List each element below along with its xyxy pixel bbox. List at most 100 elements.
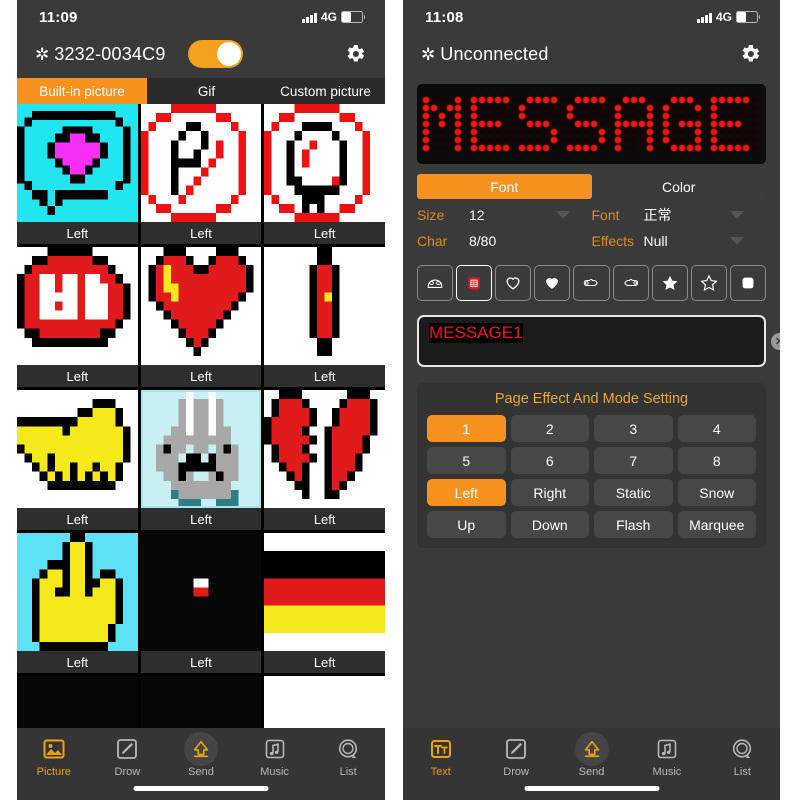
effect-button-6[interactable]: 6 [510, 447, 589, 474]
nav-label: Send [188, 766, 214, 778]
effect-button-right[interactable]: Right [510, 479, 589, 506]
gallery-thumbnail [264, 247, 385, 365]
nav-item-text[interactable]: Text [403, 736, 478, 778]
clear-circle-icon[interactable]: ✕ [771, 332, 780, 350]
left-bottom-nav[interactable]: Picture Drow Send Music List [17, 728, 385, 800]
nav-item-music[interactable]: Music [629, 736, 704, 778]
nav-item-drow[interactable]: Drow [91, 736, 165, 778]
gallery-tab-bar[interactable]: Built-in picture Gif Custom picture [17, 78, 385, 104]
effect-button-1[interactable]: 1 [427, 415, 506, 442]
gallery-item[interactable]: Left [264, 104, 385, 244]
field-value: 8/80 [469, 233, 497, 249]
field-label: Effects [591, 233, 635, 249]
gallery-thumbnail [17, 390, 138, 508]
left-phone-panel: 11:09 4G ✲ 3232-0034C9 Built-in picture … [17, 0, 385, 800]
gallery-thumbnail [140, 104, 262, 222]
effect-button-2[interactable]: 2 [510, 415, 589, 442]
effect-button-5[interactable]: 5 [427, 447, 506, 474]
upload-icon [579, 736, 605, 762]
rounded-square-icon-button[interactable] [729, 265, 766, 301]
tab-color[interactable]: Color [591, 174, 766, 199]
nav-item-send[interactable]: Send [554, 732, 629, 778]
effect-button-up[interactable]: Up [427, 511, 506, 538]
gallery-item[interactable]: Left [140, 104, 262, 244]
message-input[interactable]: MESSAGE1 [417, 315, 766, 367]
gallery-caption: Left [264, 508, 385, 530]
nav-item-list[interactable]: List [311, 736, 385, 778]
gallery-item[interactable]: Left [17, 533, 138, 673]
nav-item-send[interactable]: Send [164, 732, 238, 778]
page-effect-buttons[interactable]: 1 2 3 4 5 6 7 8 Left Right Static Snow Up Down Flash Ma… [427, 415, 756, 538]
font-color-tab-bar[interactable]: Font Color [417, 174, 766, 199]
gear-icon[interactable] [343, 42, 367, 66]
right-bottom-nav[interactable]: Text Drow Send Music List [403, 728, 780, 800]
effect-button-8[interactable]: 8 [677, 447, 756, 474]
page-effect-title: Page Effect And Mode Setting [494, 391, 689, 407]
toggle-knob [216, 42, 241, 66]
gallery-item[interactable]: Left [264, 390, 385, 530]
field-char-count: Char 8/80 [417, 229, 592, 253]
gallery-item[interactable]: Left [264, 533, 385, 673]
gallery-item[interactable]: Left [140, 533, 262, 673]
effect-button-4[interactable]: 4 [677, 415, 756, 442]
message-input-wrapper[interactable]: MESSAGE1 ✕ [417, 315, 780, 367]
field-font[interactable]: Font 正常 [592, 203, 767, 227]
nav-item-drow[interactable]: Drow [478, 736, 553, 778]
heart-filled-icon-button[interactable] [534, 265, 571, 301]
pointing-hand-left-icon-button[interactable] [612, 265, 649, 301]
nav-item-music[interactable]: Music [238, 736, 312, 778]
star-outline-icon-button[interactable] [690, 265, 727, 301]
nav-item-list[interactable]: List [705, 736, 780, 778]
tab-gif[interactable]: Gif [147, 78, 266, 104]
gallery-item[interactable]: Left [17, 104, 138, 244]
chevron-down-icon[interactable] [730, 237, 744, 245]
gallery-thumbnail [17, 247, 138, 365]
gallery-thumbnail [264, 104, 385, 222]
gallery-caption: Left [17, 365, 138, 387]
gallery-item[interactable]: Left [17, 247, 138, 387]
effect-button-3[interactable]: 3 [594, 415, 673, 442]
field-effects[interactable]: Effects Null [592, 229, 767, 253]
gallery-caption: Left [17, 222, 138, 244]
telephone-outline-icon-button[interactable] [417, 265, 454, 301]
battery-icon [736, 11, 760, 23]
effect-button-flash[interactable]: Flash [594, 511, 673, 538]
gallery-item[interactable]: Left [17, 390, 138, 530]
music-note-icon [262, 736, 288, 762]
chevron-down-icon[interactable] [730, 211, 744, 219]
gallery-thumbnail [140, 533, 262, 651]
effect-button-7[interactable]: 7 [594, 447, 673, 474]
message-input-value: MESSAGE1 [429, 323, 523, 343]
gallery-item[interactable]: Left [264, 247, 385, 387]
effect-button-marquee[interactable]: Marquee [677, 511, 756, 538]
nav-item-picture[interactable]: Picture [17, 736, 91, 778]
heart-outline-icon-button[interactable] [495, 265, 532, 301]
text-icon [428, 736, 454, 762]
gallery-item[interactable]: Left [140, 247, 262, 387]
gallery-caption: Left [264, 365, 385, 387]
tab-built-in-picture[interactable]: Built-in picture [17, 78, 147, 104]
tab-font[interactable]: Font [417, 174, 592, 199]
picture-grid[interactable]: Left Left Left Left Left Left Left Left Left Left… [17, 104, 385, 794]
page-effect-panel: Page Effect And Mode Setting 1 2 3 4 5 6 7 8 Lef… [417, 383, 766, 548]
nav-label: Drow [114, 766, 141, 778]
effect-button-left[interactable]: Left [427, 479, 506, 506]
gallery-item[interactable]: Left [140, 390, 262, 530]
star-filled-icon-button[interactable] [651, 265, 688, 301]
field-size[interactable]: Size 12 [417, 203, 592, 227]
status-indicators: 4G [697, 10, 760, 24]
gallery-caption: Left [264, 222, 385, 244]
nav-label: Text [430, 766, 451, 778]
pointing-hand-right-icon-button[interactable] [573, 265, 610, 301]
left-status-bar: 11:09 4G [17, 0, 385, 30]
connection-toggle[interactable] [187, 40, 243, 68]
telephone-red-icon-button[interactable] [456, 265, 493, 301]
symbol-button-row[interactable] [417, 265, 766, 301]
effect-button-static[interactable]: Static [594, 479, 673, 506]
gear-icon[interactable] [738, 42, 762, 66]
tab-custom-picture[interactable]: Custom picture [266, 78, 385, 104]
nav-label: Picture [36, 766, 71, 778]
effect-button-snow[interactable]: Snow [677, 479, 756, 506]
chevron-down-icon[interactable] [555, 211, 570, 219]
effect-button-down[interactable]: Down [510, 511, 589, 538]
